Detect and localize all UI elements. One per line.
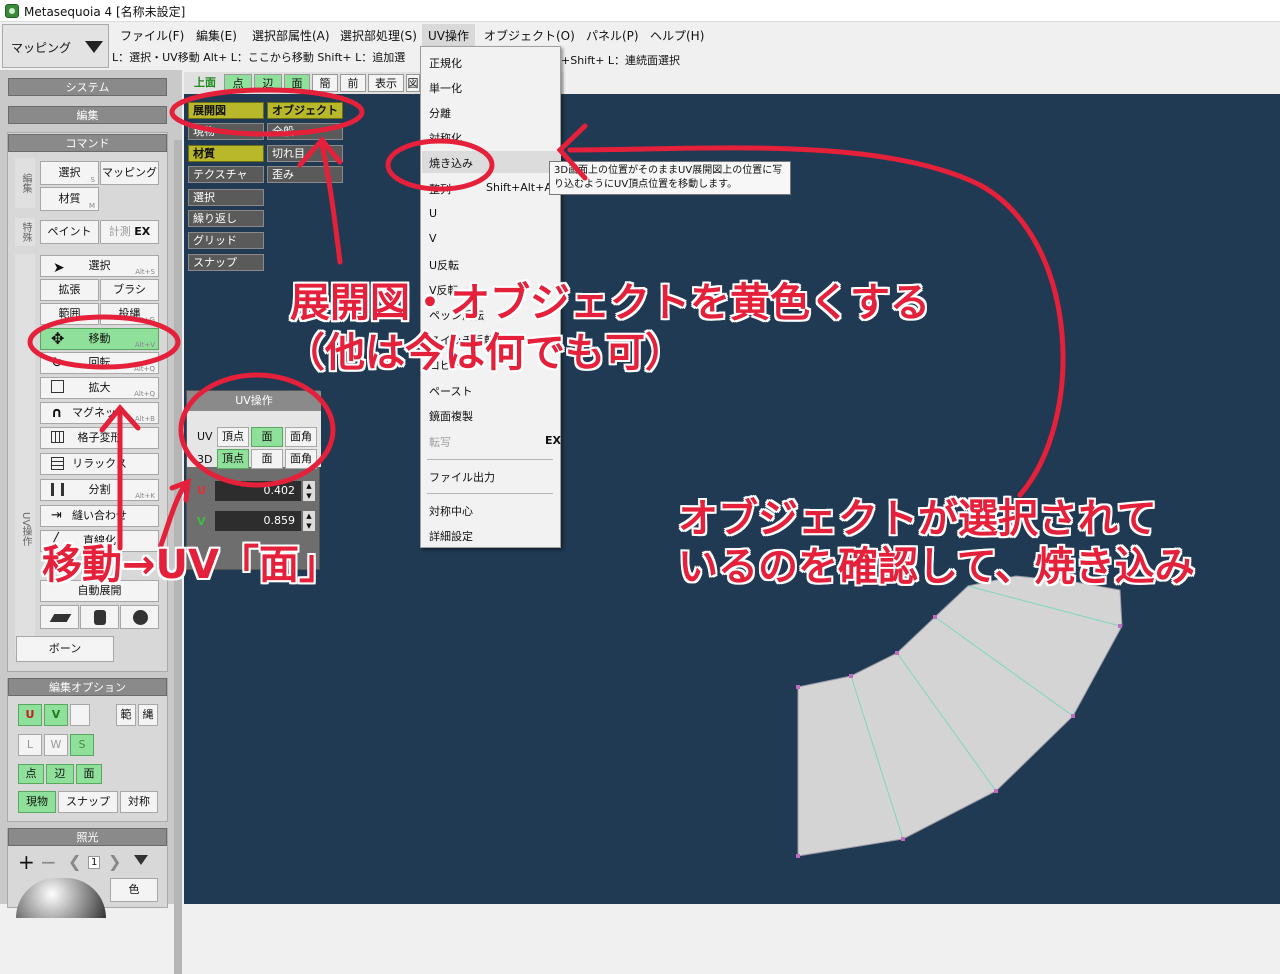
circle-around-bake	[385, 138, 495, 192]
annotation-yellow-note: 展開図・オブジェクトを黄色くする	[290, 280, 930, 326]
annotation-move-note: 移動→UV「面」	[42, 542, 339, 588]
arrow-to-view-toggles-head	[297, 136, 343, 168]
annotation-bake-note-1: オブジェクトが選択されて	[678, 496, 1157, 542]
annotation-yellow-note-sub: （他は今は何でも可）	[285, 330, 685, 376]
annotation-strokes	[27, 87, 1066, 551]
arrow-to-uv-panel	[157, 482, 188, 551]
circle-around-view-toggles	[169, 87, 365, 137]
circle-around-uv-panel	[178, 372, 336, 488]
circle-around-move	[27, 314, 181, 370]
annotation-bake-note-2: いるのを確認して、焼き込み	[678, 544, 1195, 590]
